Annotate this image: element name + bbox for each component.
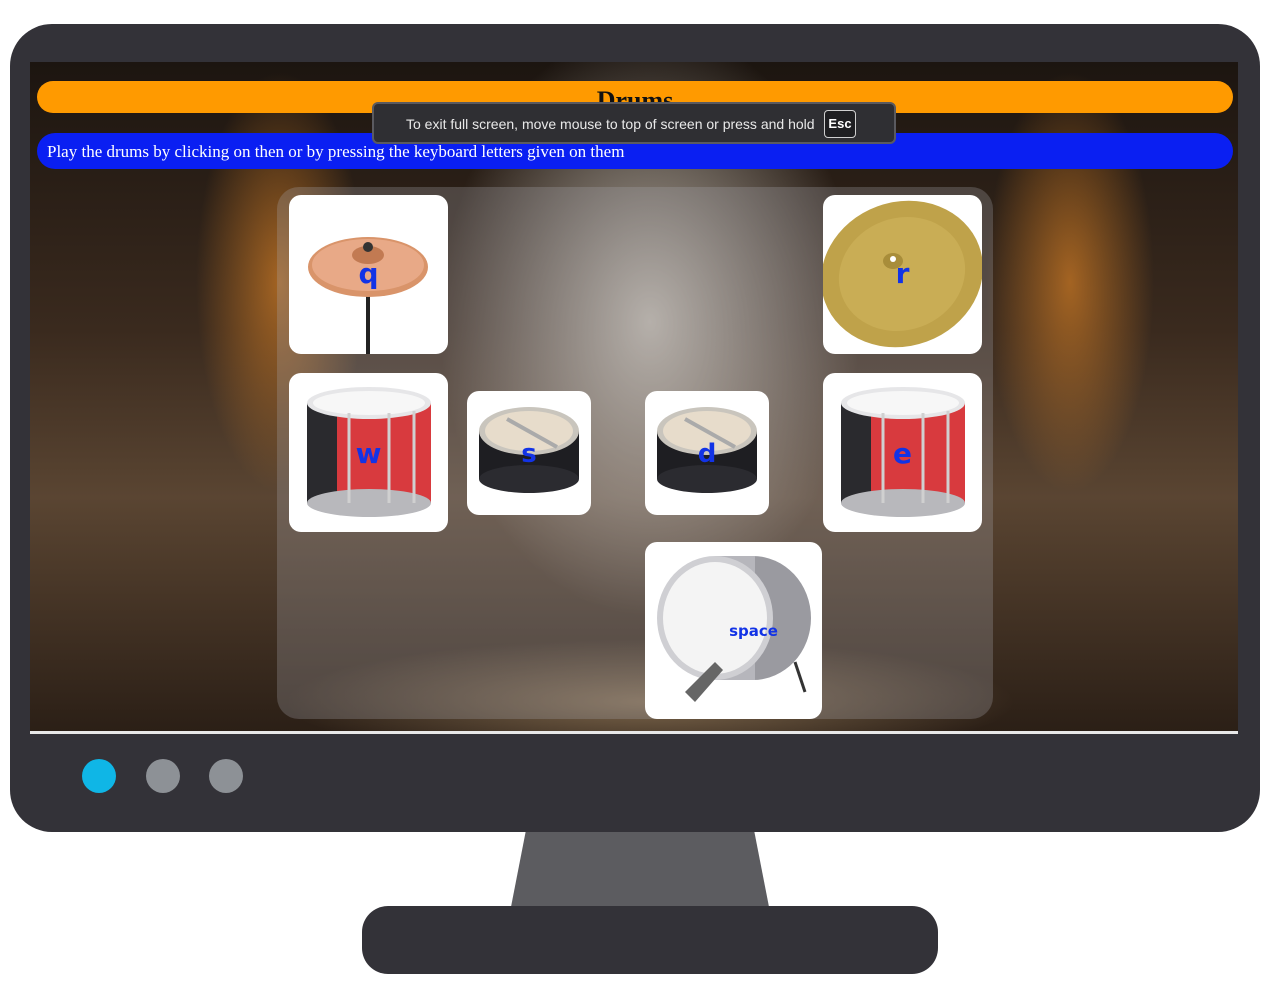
- drum-pad-space[interactable]: space: [645, 542, 822, 719]
- drum-pad-e[interactable]: e: [823, 373, 982, 532]
- app-screen: Drums Play the drums by clicking on then…: [30, 62, 1238, 732]
- drum-pad-r[interactable]: r: [823, 195, 982, 354]
- monitor-base: [362, 906, 938, 974]
- key-label-w: w: [355, 437, 382, 470]
- key-label-q: q: [358, 257, 379, 290]
- key-label-d: d: [697, 439, 717, 469]
- screen-divider: [30, 731, 1238, 734]
- key-label-r: r: [895, 257, 910, 290]
- key-label-s: s: [521, 439, 537, 469]
- drum-kit-panel: q r w s d e space: [277, 187, 993, 719]
- indicator-dot[interactable]: [146, 759, 180, 793]
- key-label-e: e: [893, 437, 912, 470]
- indicator-dot[interactable]: [209, 759, 243, 793]
- drum-pad-q[interactable]: q: [289, 195, 448, 354]
- key-label-space: space: [729, 622, 778, 640]
- drum-pad-w[interactable]: w: [289, 373, 448, 532]
- monitor-neck: [510, 832, 770, 912]
- fullscreen-notice-text: To exit full screen, move mouse to top o…: [406, 116, 815, 132]
- fullscreen-notice: To exit full screen, move mouse to top o…: [372, 102, 896, 144]
- drum-pad-d[interactable]: d: [645, 391, 769, 515]
- instructions-text: Play the drums by clicking on then or by…: [47, 142, 625, 161]
- esc-key-badge: Esc: [824, 110, 856, 138]
- indicator-dot-active[interactable]: [82, 759, 116, 793]
- drum-pad-s[interactable]: s: [467, 391, 591, 515]
